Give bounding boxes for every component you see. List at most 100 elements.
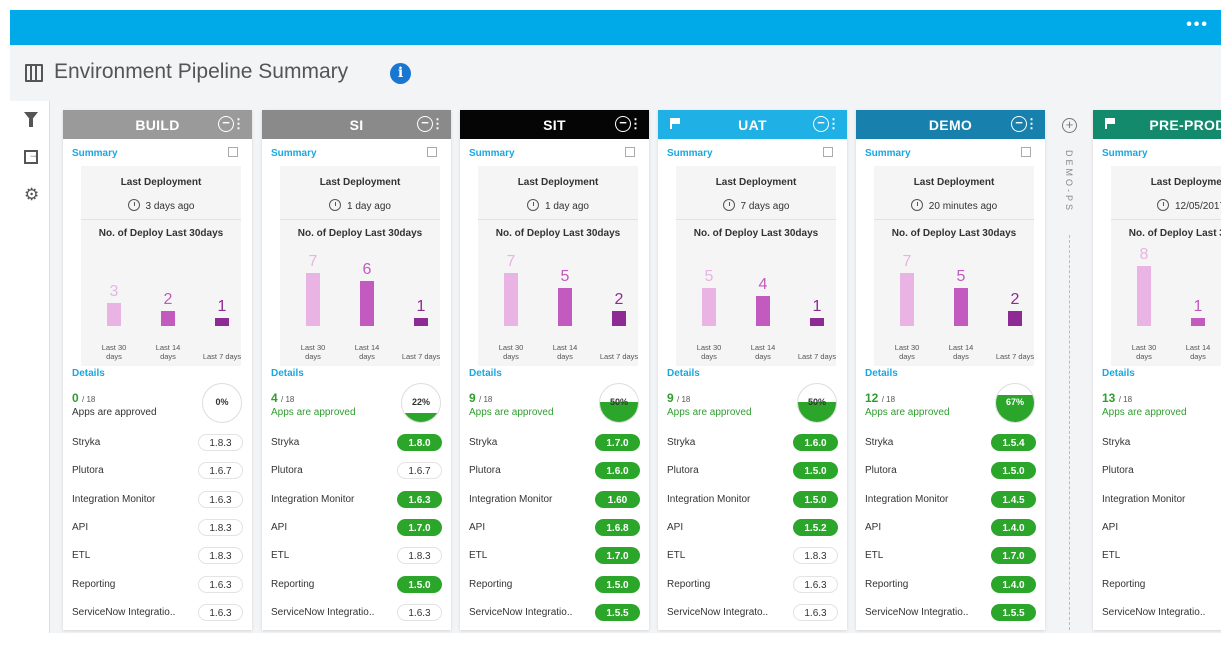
app-row[interactable]: Reporting: [1102, 576, 1221, 594]
app-row[interactable]: Integration Monitor 1.60: [469, 491, 640, 509]
app-row[interactable]: Reporting 1.6.3: [72, 576, 243, 594]
version-badge[interactable]: 1.7.0: [595, 547, 640, 564]
version-badge[interactable]: 1.5.5: [595, 604, 640, 621]
app-row[interactable]: Stryka 1.8.0: [271, 434, 442, 452]
app-row[interactable]: ETL 1.8.3: [667, 547, 838, 565]
version-badge[interactable]: 1.6.0: [595, 462, 640, 479]
open-external-icon[interactable]: [228, 147, 238, 157]
column-menu-icon[interactable]: ⋮: [1025, 116, 1038, 132]
app-row[interactable]: Stryka 1.8.3: [72, 434, 243, 452]
app-row[interactable]: ServiceNow Integratio.. 1.6.3: [72, 604, 243, 622]
version-badge[interactable]: 1.6.3: [397, 604, 442, 621]
version-badge[interactable]: 1.5.2: [793, 519, 838, 536]
version-badge[interactable]: 1.5.0: [595, 576, 640, 593]
app-row[interactable]: ServiceNow Integratio.. 1.5.5: [865, 604, 1036, 622]
app-row[interactable]: Reporting 1.4.0: [865, 576, 1036, 594]
version-badge[interactable]: 1.6.3: [198, 491, 243, 508]
add-environment-icon[interactable]: +: [1062, 118, 1077, 133]
version-badge[interactable]: 1.8.3: [397, 547, 442, 564]
app-row[interactable]: ETL 1.7.0: [469, 547, 640, 565]
version-badge[interactable]: 1.5.4: [991, 434, 1036, 451]
app-row[interactable]: Reporting 1.5.0: [469, 576, 640, 594]
details-label[interactable]: Details: [865, 368, 898, 379]
version-badge[interactable]: 1.6.3: [793, 604, 838, 621]
app-row[interactable]: Stryka 1.6.0: [667, 434, 838, 452]
app-row[interactable]: ETL 1.8.3: [271, 547, 442, 565]
app-row[interactable]: Integration Monitor 1.4.5: [865, 491, 1036, 509]
version-badge[interactable]: 1.4.0: [991, 576, 1036, 593]
version-badge[interactable]: 1.5.0: [397, 576, 442, 593]
version-badge[interactable]: 1.4.0: [991, 519, 1036, 536]
details-label[interactable]: Details: [469, 368, 502, 379]
column-menu-icon[interactable]: ⋮: [629, 116, 642, 132]
column-menu-icon[interactable]: ⋮: [827, 116, 840, 132]
version-badge[interactable]: 1.6.7: [397, 462, 442, 479]
app-row[interactable]: ETL 1.8.3: [72, 547, 243, 565]
details-label[interactable]: Details: [271, 368, 304, 379]
version-badge[interactable]: 1.6.0: [793, 434, 838, 451]
app-row[interactable]: API 1.7.0: [271, 519, 442, 537]
version-badge[interactable]: 1.6.3: [198, 576, 243, 593]
open-external-icon[interactable]: [427, 147, 437, 157]
version-badge[interactable]: 1.6.8: [595, 519, 640, 536]
app-row[interactable]: ServiceNow Integratio.. 1.6.3: [271, 604, 442, 622]
details-label[interactable]: Details: [667, 368, 700, 379]
version-badge[interactable]: 1.8.3: [198, 547, 243, 564]
details-label[interactable]: Details: [72, 368, 105, 379]
version-badge[interactable]: 1.8.3: [198, 434, 243, 451]
version-badge[interactable]: 1.6.3: [793, 576, 838, 593]
app-row[interactable]: Integration Monitor: [1102, 491, 1221, 509]
version-badge[interactable]: 1.7.0: [397, 519, 442, 536]
filter-icon[interactable]: [24, 112, 38, 127]
export-icon[interactable]: [24, 147, 40, 164]
version-badge[interactable]: 1.4.5: [991, 491, 1036, 508]
version-badge[interactable]: 1.60: [595, 491, 640, 508]
app-row[interactable]: API 1.4.0: [865, 519, 1036, 537]
app-row[interactable]: ServiceNow Integrato.. 1.6.3: [667, 604, 838, 622]
version-badge[interactable]: 1.6.7: [198, 462, 243, 479]
app-row[interactable]: ServiceNow Integratio.. 1.5.5: [469, 604, 640, 622]
column-menu-icon[interactable]: ⋮: [232, 116, 245, 132]
app-row[interactable]: API 1.6.8: [469, 519, 640, 537]
version-badge[interactable]: 1.8.0: [397, 434, 442, 451]
deploy-bar-value: 1: [416, 298, 426, 315]
open-external-icon[interactable]: [1021, 147, 1031, 157]
version-badge[interactable]: 1.6.3: [198, 604, 243, 621]
version-badge[interactable]: 1.7.0: [991, 547, 1036, 564]
details-label[interactable]: Details: [1102, 368, 1135, 379]
app-row[interactable]: Stryka 1.7.0: [469, 434, 640, 452]
app-row[interactable]: Integration Monitor 1.6.3: [72, 491, 243, 509]
app-row[interactable]: Stryka: [1102, 434, 1221, 452]
open-external-icon[interactable]: [823, 147, 833, 157]
app-row[interactable]: Integration Monitor 1.6.3: [271, 491, 442, 509]
app-row[interactable]: Plutora 1.5.0: [865, 462, 1036, 480]
app-row[interactable]: Plutora 1.6.0: [469, 462, 640, 480]
version-badge[interactable]: 1.5.0: [793, 491, 838, 508]
version-badge[interactable]: 1.6.3: [397, 491, 442, 508]
app-row[interactable]: API 1.5.2: [667, 519, 838, 537]
app-row[interactable]: Plutora 1.5.0: [667, 462, 838, 480]
version-badge[interactable]: 1.8.3: [793, 547, 838, 564]
more-options-icon[interactable]: •••: [1186, 16, 1209, 34]
app-row[interactable]: Reporting 1.6.3: [667, 576, 838, 594]
app-row[interactable]: Integration Monitor 1.5.0: [667, 491, 838, 509]
column-menu-icon[interactable]: ⋮: [431, 116, 444, 132]
app-row[interactable]: ETL 1.7.0: [865, 547, 1036, 565]
version-badge[interactable]: 1.7.0: [595, 434, 640, 451]
settings-gear-icon[interactable]: ⚙: [24, 186, 42, 204]
version-badge[interactable]: 1.8.3: [198, 519, 243, 536]
app-row[interactable]: Plutora 1.6.7: [271, 462, 442, 480]
version-badge[interactable]: 1.5.0: [793, 462, 838, 479]
app-row[interactable]: ETL: [1102, 547, 1221, 565]
app-row[interactable]: API: [1102, 519, 1221, 537]
app-row[interactable]: Stryka 1.5.4: [865, 434, 1036, 452]
open-external-icon[interactable]: [625, 147, 635, 157]
info-icon[interactable]: i: [390, 63, 411, 84]
app-row[interactable]: Plutora: [1102, 462, 1221, 480]
app-row[interactable]: Reporting 1.5.0: [271, 576, 442, 594]
version-badge[interactable]: 1.5.0: [991, 462, 1036, 479]
app-row[interactable]: Plutora 1.6.7: [72, 462, 243, 480]
app-row[interactable]: ServiceNow Integratio..: [1102, 604, 1221, 622]
version-badge[interactable]: 1.5.5: [991, 604, 1036, 621]
app-row[interactable]: API 1.8.3: [72, 519, 243, 537]
